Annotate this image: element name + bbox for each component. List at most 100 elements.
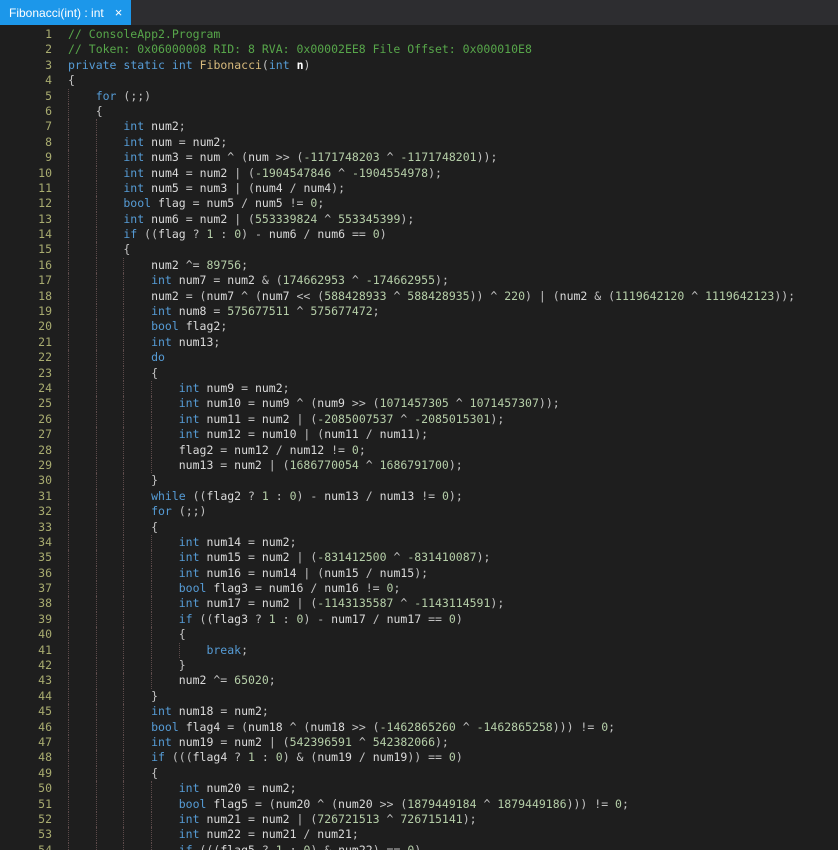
line-number[interactable]: 22 [0, 350, 52, 365]
line-number[interactable]: 43 [0, 673, 52, 688]
code-line[interactable]: 32for (;;) [0, 504, 838, 519]
code-line[interactable]: 15{ [0, 242, 838, 257]
code-line[interactable]: 6{ [0, 104, 838, 119]
code-line[interactable]: 42} [0, 658, 838, 673]
code-line[interactable]: 12bool flag = num5 / num5 != 0; [0, 196, 838, 211]
line-number[interactable]: 4 [0, 73, 52, 88]
line-number[interactable]: 18 [0, 289, 52, 304]
line-number[interactable]: 28 [0, 443, 52, 458]
code-line[interactable]: 45int num18 = num2; [0, 704, 838, 719]
close-icon[interactable]: × [115, 6, 123, 19]
line-number[interactable]: 2 [0, 42, 52, 57]
code-line[interactable]: 30} [0, 473, 838, 488]
code-line[interactable]: 46bool flag4 = (num18 ^ (num18 >> (-1462… [0, 720, 838, 735]
line-number[interactable]: 46 [0, 720, 52, 735]
line-number[interactable]: 21 [0, 335, 52, 350]
code-line[interactable]: 22do [0, 350, 838, 365]
line-number[interactable]: 3 [0, 58, 52, 73]
line-number[interactable]: 14 [0, 227, 52, 242]
line-number[interactable]: 33 [0, 520, 52, 535]
line-number[interactable]: 42 [0, 658, 52, 673]
code-line[interactable]: 35int num15 = num2 | (-831412500 ^ -8314… [0, 550, 838, 565]
line-number[interactable]: 40 [0, 627, 52, 642]
line-number[interactable]: 50 [0, 781, 52, 796]
line-number[interactable]: 1 [0, 27, 52, 42]
code-line[interactable]: 19int num8 = 575677511 ^ 575677472; [0, 304, 838, 319]
code-line[interactable]: 3private static int Fibonacci(int n) [0, 58, 838, 73]
code-line[interactable]: 40{ [0, 627, 838, 642]
line-number[interactable]: 7 [0, 119, 52, 134]
line-number[interactable]: 20 [0, 319, 52, 334]
line-number[interactable]: 10 [0, 166, 52, 181]
code-line[interactable]: 34int num14 = num2; [0, 535, 838, 550]
code-line[interactable]: 25int num10 = num9 ^ (num9 >> (107145730… [0, 396, 838, 411]
code-line[interactable]: 50int num20 = num2; [0, 781, 838, 796]
line-number[interactable]: 26 [0, 412, 52, 427]
code-line[interactable]: 51bool flag5 = (num20 ^ (num20 >> (18794… [0, 797, 838, 812]
code-line[interactable]: 39if ((flag3 ? 1 : 0) - num17 / num17 ==… [0, 612, 838, 627]
line-number[interactable]: 17 [0, 273, 52, 288]
line-number[interactable]: 51 [0, 797, 52, 812]
line-number[interactable]: 12 [0, 196, 52, 211]
code-line[interactable]: 13int num6 = num2 | (553339824 ^ 5533453… [0, 212, 838, 227]
code-line[interactable]: 9int num3 = num ^ (num >> (-1171748203 ^… [0, 150, 838, 165]
line-number[interactable]: 8 [0, 135, 52, 150]
line-number[interactable]: 24 [0, 381, 52, 396]
code-line[interactable]: 4{ [0, 73, 838, 88]
code-line[interactable]: 26int num11 = num2 | (-2085007537 ^ -208… [0, 412, 838, 427]
code-line[interactable]: 48if (((flag4 ? 1 : 0) & (num19 / num19)… [0, 750, 838, 765]
code-line[interactable]: 2// Token: 0x06000008 RID: 8 RVA: 0x0000… [0, 42, 838, 57]
line-number[interactable]: 15 [0, 242, 52, 257]
code-line[interactable]: 53int num22 = num21 / num21; [0, 827, 838, 842]
code-line[interactable]: 47int num19 = num2 | (542396591 ^ 542382… [0, 735, 838, 750]
line-number[interactable]: 44 [0, 689, 52, 704]
line-number[interactable]: 34 [0, 535, 52, 550]
line-number[interactable]: 27 [0, 427, 52, 442]
code-line[interactable]: 23{ [0, 366, 838, 381]
code-line[interactable]: 29num13 = num2 | (1686770054 ^ 168679170… [0, 458, 838, 473]
line-number[interactable]: 52 [0, 812, 52, 827]
code-line[interactable]: 52int num21 = num2 | (726721513 ^ 726715… [0, 812, 838, 827]
code-line[interactable]: 31while ((flag2 ? 1 : 0) - num13 / num13… [0, 489, 838, 504]
line-number[interactable]: 25 [0, 396, 52, 411]
line-number[interactable]: 19 [0, 304, 52, 319]
line-number[interactable]: 32 [0, 504, 52, 519]
code-line[interactable]: 38int num17 = num2 | (-1143135587 ^ -114… [0, 596, 838, 611]
line-number[interactable]: 38 [0, 596, 52, 611]
line-number[interactable]: 39 [0, 612, 52, 627]
code-line[interactable]: 18num2 = (num7 ^ (num7 << (588428933 ^ 5… [0, 289, 838, 304]
code-line[interactable]: 5for (;;) [0, 89, 838, 104]
code-line[interactable]: 11int num5 = num3 | (num4 / num4); [0, 181, 838, 196]
code-line[interactable]: 1// ConsoleApp2.Program [0, 27, 838, 42]
code-line[interactable]: 24int num9 = num2; [0, 381, 838, 396]
line-number[interactable]: 13 [0, 212, 52, 227]
code-line[interactable]: 36int num16 = num14 | (num15 / num15); [0, 566, 838, 581]
line-number[interactable]: 23 [0, 366, 52, 381]
line-number[interactable]: 54 [0, 843, 52, 850]
line-number[interactable]: 29 [0, 458, 52, 473]
code-line[interactable]: 20bool flag2; [0, 319, 838, 334]
code-line[interactable]: 7int num2; [0, 119, 838, 134]
line-number[interactable]: 49 [0, 766, 52, 781]
line-number[interactable]: 31 [0, 489, 52, 504]
code-line[interactable]: 10int num4 = num2 | (-1904547846 ^ -1904… [0, 166, 838, 181]
code-line[interactable]: 28flag2 = num12 / num12 != 0; [0, 443, 838, 458]
code-line[interactable]: 17int num7 = num2 & (174662953 ^ -174662… [0, 273, 838, 288]
code-line[interactable]: 54if (((flag5 ? 1 : 0) & num22) == 0) [0, 843, 838, 850]
code-line[interactable]: 37bool flag3 = num16 / num16 != 0; [0, 581, 838, 596]
document-tab[interactable]: Fibonacci(int) : int × [0, 0, 131, 25]
line-number[interactable]: 16 [0, 258, 52, 273]
code-editor[interactable]: 1// ConsoleApp2.Program2// Token: 0x0600… [0, 25, 838, 850]
line-number[interactable]: 36 [0, 566, 52, 581]
code-line[interactable]: 8int num = num2; [0, 135, 838, 150]
line-number[interactable]: 5 [0, 89, 52, 104]
line-number[interactable]: 37 [0, 581, 52, 596]
code-line[interactable]: 33{ [0, 520, 838, 535]
code-line[interactable]: 27int num12 = num10 | (num11 / num11); [0, 427, 838, 442]
code-line[interactable]: 44} [0, 689, 838, 704]
line-number[interactable]: 48 [0, 750, 52, 765]
line-number[interactable]: 11 [0, 181, 52, 196]
line-number[interactable]: 9 [0, 150, 52, 165]
code-line[interactable]: 41break; [0, 643, 838, 658]
line-number[interactable]: 6 [0, 104, 52, 119]
